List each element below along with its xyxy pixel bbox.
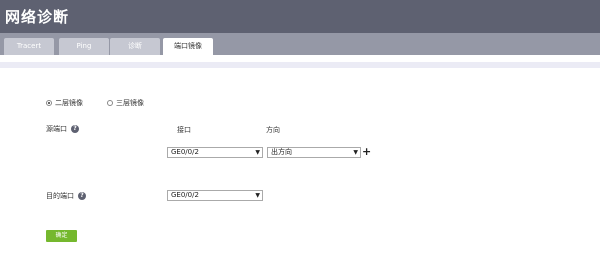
tab-tracert[interactable]: Tracert — [4, 38, 54, 55]
source-port-select[interactable]: GE0/0/2 ▼ — [167, 147, 263, 158]
dest-port-select[interactable]: GE0/0/2 ▼ — [167, 190, 263, 201]
help-icon[interactable]: ? — [78, 192, 86, 200]
page-title: 网络诊断 — [5, 8, 70, 26]
radio-checked-icon — [46, 100, 52, 106]
dest-port-label: 目的端口 — [46, 192, 74, 200]
radio-unchecked-icon — [107, 100, 113, 106]
radio-label: 三层镜像 — [116, 99, 144, 107]
select-value: 出方向 — [271, 148, 292, 156]
dropdown-arrow-icon: ▼ — [255, 149, 260, 156]
tab-bar: Tracert Ping 诊断 端口镜像 — [0, 33, 600, 55]
dropdown-arrow-icon: ▼ — [255, 192, 260, 199]
radio-layer3-mirror[interactable]: 三层镜像 — [107, 98, 144, 108]
direction-select[interactable]: 出方向 ▼ — [267, 147, 361, 158]
column-header-port: 接口 — [177, 126, 191, 134]
help-icon[interactable]: ? — [71, 125, 79, 133]
select-value: GE0/0/2 — [171, 148, 199, 156]
select-value: GE0/0/2 — [171, 191, 199, 199]
source-port-label: 源端口 — [46, 125, 67, 133]
tab-ping[interactable]: Ping — [59, 38, 109, 55]
tab-diagnose[interactable]: 诊断 — [110, 38, 160, 55]
dropdown-arrow-icon: ▼ — [353, 149, 358, 156]
dest-port-label-group: 目的端口 ? — [46, 191, 86, 201]
confirm-button[interactable]: 确定 — [46, 230, 77, 242]
column-header-direction: 方向 — [266, 126, 280, 134]
source-port-label-group: 源端口 ? — [46, 124, 79, 134]
content-divider — [0, 62, 600, 68]
add-port-icon[interactable]: + — [362, 146, 371, 157]
radio-layer2-mirror[interactable]: 二层镜像 — [46, 98, 83, 108]
app-header: 网络诊断 — [0, 0, 600, 33]
radio-label: 二层镜像 — [55, 99, 83, 107]
tab-port-mirror[interactable]: 端口镜像 — [163, 38, 213, 55]
